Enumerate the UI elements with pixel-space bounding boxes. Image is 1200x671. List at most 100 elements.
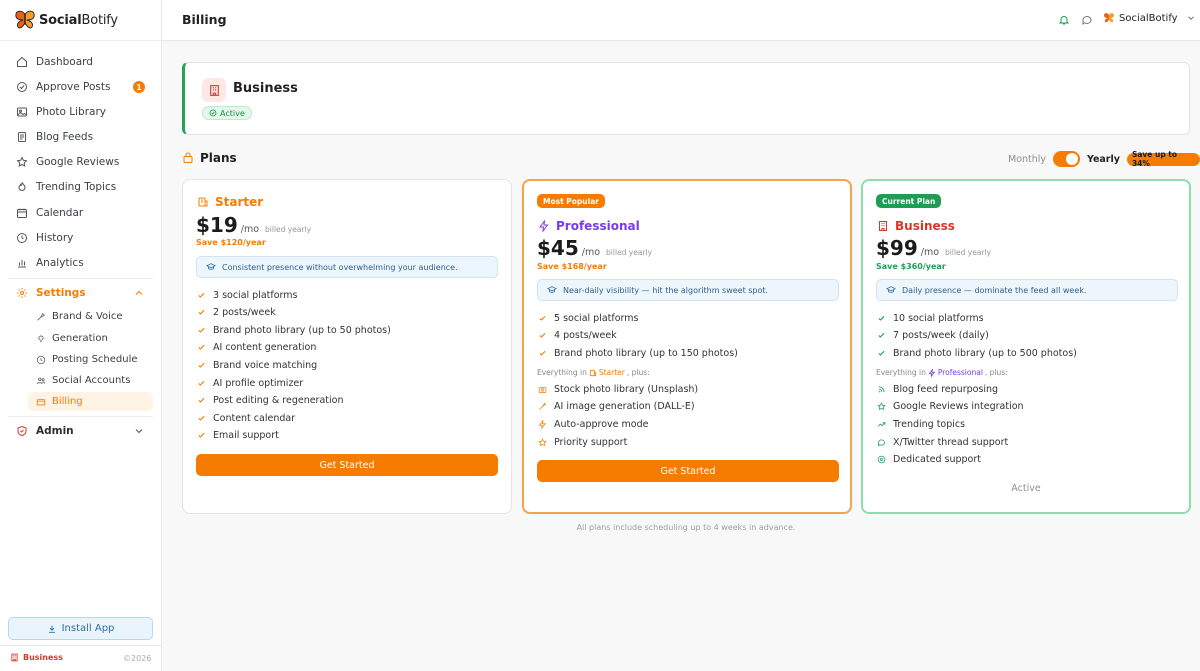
- user-name: SocialBotify: [1119, 12, 1178, 24]
- sidebar-item-history[interactable]: History: [8, 227, 153, 249]
- butterfly-logo-icon: [15, 10, 35, 29]
- brand-logo[interactable]: SocialBotify: [14, 8, 118, 32]
- feature-text: 2 posts/week: [213, 307, 276, 319]
- check-icon: [198, 397, 205, 403]
- plans-heading: Plans: [182, 151, 237, 165]
- sidebar-item-label: Dashboard: [36, 56, 93, 68]
- sidebar-item-trending-topics[interactable]: Trending Topics: [8, 176, 153, 198]
- feature-text: 7 posts/week (daily): [893, 330, 989, 342]
- feature-item: 5 social platforms: [538, 311, 638, 325]
- everything-prefix: Everything in: [537, 368, 587, 377]
- sidebar-divider: [0, 40, 161, 41]
- support-icon: [877, 456, 886, 464]
- feature-item: 10 social platforms: [877, 311, 984, 325]
- camera-icon: [538, 386, 547, 393]
- approve-count-badge: 1: [133, 81, 145, 93]
- calendar-icon: [17, 208, 27, 218]
- lightning-icon: [928, 368, 935, 377]
- feature-item: Email support: [197, 429, 279, 443]
- sidebar-subitem-brand-voice[interactable]: Brand & Voice: [28, 307, 153, 326]
- feature-text: Google Reviews integration: [893, 401, 1024, 413]
- feature-item: 4 posts/week: [538, 329, 617, 343]
- sidebar-divider: [8, 416, 153, 417]
- sidebar-item-google-reviews[interactable]: Google Reviews: [8, 151, 153, 173]
- monthly-option[interactable]: Monthly: [1008, 154, 1046, 165]
- feature-text: Brand photo library (up to 500 photos): [893, 347, 1077, 359]
- feature-item: AI content generation: [197, 341, 316, 355]
- sidebar-item-analytics[interactable]: Analytics: [8, 252, 153, 274]
- users-icon: [36, 377, 46, 384]
- install-app-button[interactable]: Install App: [8, 617, 153, 640]
- bell-icon[interactable]: [1058, 14, 1070, 26]
- sidebar-item-calendar[interactable]: Calendar: [8, 202, 153, 224]
- rss-icon: [878, 385, 885, 392]
- feature-item: AI image generation (DALL-E): [538, 400, 695, 414]
- sidebar-subitem-social-accounts[interactable]: Social Accounts: [28, 371, 153, 390]
- feature-text: 4 posts/week: [554, 330, 617, 342]
- plan-name-label: Business: [895, 219, 955, 233]
- feature-text: Brand photo library (up to 150 photos): [554, 347, 738, 359]
- price-period: /mo: [240, 224, 260, 235]
- chat-icon[interactable]: [1081, 14, 1093, 26]
- plan-name-label: Starter: [215, 195, 264, 209]
- everything-in-note: Everything in Professional, plus:: [876, 368, 1008, 377]
- clock-icon: [36, 355, 46, 364]
- sidebar-item-settings[interactable]: Settings: [8, 282, 153, 304]
- sidebar-item-label: Analytics: [36, 257, 84, 269]
- price: $99: [876, 236, 918, 260]
- trending-up-icon: [877, 422, 886, 427]
- chevron-down-icon[interactable]: [133, 425, 145, 437]
- image-icon: [17, 107, 27, 117]
- price-period: /mo: [581, 247, 601, 258]
- price-period: /mo: [920, 247, 940, 258]
- sidebar-divider: [0, 645, 161, 646]
- billing-switch[interactable]: [1053, 151, 1080, 167]
- tagline-text: Daily presence — dominate the feed all w…: [902, 285, 1087, 295]
- check-icon: [539, 333, 546, 338]
- sidebar-item-label: Trending Topics: [36, 181, 117, 193]
- sidebar-subitem-posting-schedule[interactable]: Posting Schedule: [28, 350, 153, 369]
- feature-text: AI profile optimizer: [213, 377, 304, 389]
- user-menu[interactable]: SocialBotify: [1103, 12, 1196, 24]
- plan-name: Professional: [538, 219, 640, 233]
- sidebar-item-admin[interactable]: Admin: [8, 420, 153, 442]
- feature-text: Brand photo library (up to 50 photos): [213, 324, 391, 336]
- footer-plan-indicator: Business: [10, 653, 63, 662]
- yearly-option[interactable]: Yearly: [1087, 154, 1120, 165]
- feature-item: 3 social platforms: [197, 288, 297, 302]
- savings-text: Save $120/year: [196, 238, 266, 247]
- price: $45: [537, 236, 579, 260]
- get-started-button[interactable]: Get Started: [196, 454, 498, 476]
- get-started-button[interactable]: Get Started: [537, 460, 839, 482]
- sidebar-item-blog-feeds[interactable]: Blog Feeds: [8, 126, 153, 148]
- sidebar-subitem-generation[interactable]: Generation: [28, 329, 153, 348]
- sidebar-subitem-label: Billing: [52, 396, 83, 407]
- feature-item: Dedicated support: [877, 453, 981, 467]
- feature-item: Trending topics: [877, 417, 965, 431]
- sidebar-item-photo-library[interactable]: Photo Library: [8, 101, 153, 123]
- sidebar-item-label: Calendar: [36, 207, 84, 219]
- price-row: $45 /mo billed yearly: [537, 236, 652, 260]
- check-icon: [198, 433, 205, 439]
- feature-text: 3 social platforms: [213, 289, 298, 301]
- install-app-label: Install App: [61, 623, 115, 634]
- feature-text: AI image generation (DALL-E): [554, 401, 695, 413]
- feature-item: 7 posts/week (daily): [877, 329, 989, 343]
- check-icon: [198, 380, 205, 386]
- plan-tagline: Near-daily visibility — hit the algorith…: [537, 279, 839, 301]
- trend-icon: [18, 182, 26, 191]
- feature-text: Blog feed repurposing: [893, 383, 999, 395]
- status-badge: Active: [202, 106, 252, 120]
- sidebar-item-dashboard[interactable]: Dashboard: [8, 51, 153, 73]
- document-icon: [18, 132, 26, 142]
- graduation-cap-icon: [206, 263, 216, 270]
- sidebar-subitem-label: Brand & Voice: [52, 311, 123, 322]
- sidebar-subitem-billing[interactable]: Billing: [28, 392, 153, 411]
- graduation-cap-icon: [547, 286, 557, 293]
- sidebar-item-approve-posts[interactable]: Approve Posts 1: [8, 76, 153, 98]
- check-icon: [198, 327, 205, 333]
- plan-card-business: Current Plan Business $99 /mo billed yea…: [861, 179, 1191, 514]
- chevron-up-icon[interactable]: [133, 287, 145, 299]
- feature-text: Brand voice matching: [213, 359, 318, 371]
- current-plan-name: Business: [233, 81, 298, 96]
